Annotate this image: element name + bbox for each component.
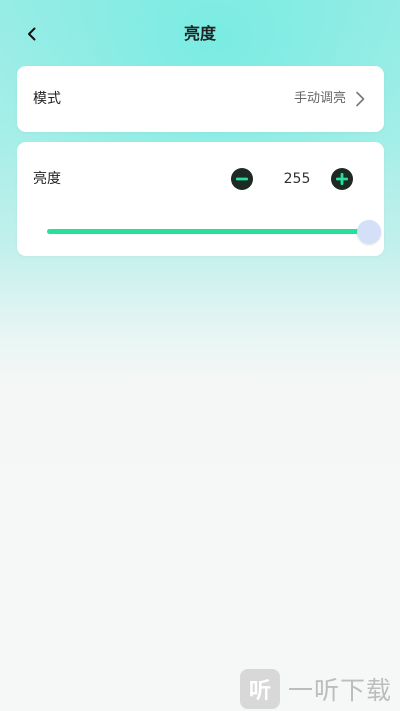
mode-label: 模式 [33, 91, 61, 107]
brightness-value: 255 [283, 171, 311, 187]
minus-circle-icon[interactable] [231, 168, 253, 190]
slider-fill [47, 229, 369, 234]
mode-row[interactable]: 模式 手动调亮 [17, 66, 384, 132]
brightness-slider[interactable] [47, 220, 381, 244]
brightness-label: 亮度 [33, 171, 61, 187]
watermark-logo: 听 [240, 668, 280, 709]
slider-thumb[interactable] [357, 220, 381, 244]
page-title: 亮度 [183, 24, 216, 43]
watermark-text: 一听下载 [288, 675, 393, 705]
mode-value: 手动调亮 [293, 91, 346, 106]
chevron-right-icon [356, 91, 365, 107]
plus-circle-icon[interactable] [331, 168, 353, 190]
top-bar: 亮度 [0, 14, 400, 54]
brightness-card: 亮度 255 [17, 142, 384, 256]
watermark: 听 一听下载 [240, 666, 400, 711]
watermark-logo-glyph: 听 [248, 678, 271, 704]
